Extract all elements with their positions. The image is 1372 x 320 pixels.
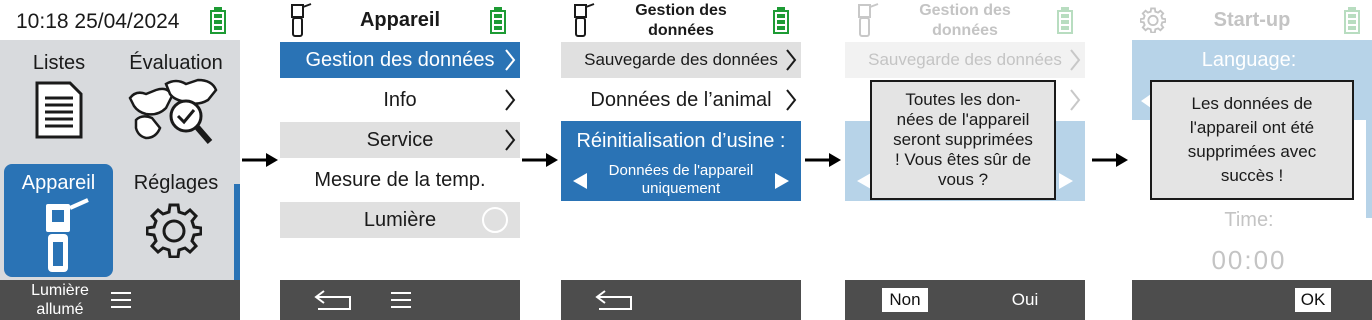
tile-device[interactable]: Appareil	[4, 164, 113, 277]
menu-item-label: Gestion des données	[305, 48, 495, 71]
gear-icon	[146, 203, 202, 258]
tile-settings-label: Réglages	[133, 172, 219, 194]
page-title: Gestion des données	[635, 2, 727, 39]
bottom-bar: Lumière allumé	[0, 280, 240, 320]
menu-icon[interactable]	[111, 291, 131, 309]
status-bar: Appareil	[280, 0, 520, 40]
arrow-right-icon[interactable]	[773, 171, 791, 191]
language-label: Language:	[1201, 49, 1297, 71]
factory-reset-label: Réinitialisation d’usine :	[576, 130, 786, 152]
chevron-right-icon	[1070, 89, 1081, 111]
battery-icon	[210, 7, 226, 34]
tile-lists-label: Listes	[32, 52, 86, 74]
datetime: 10:18 25/04/2024	[16, 10, 180, 33]
ok-button[interactable]: OK	[1295, 288, 1331, 312]
chevron-right-icon	[505, 89, 516, 111]
status-bar: Gestion des données	[561, 0, 801, 40]
success-dialog: Les données de l'appareil ont été suppri…	[1150, 80, 1354, 200]
menu-item-label: Sauvegarde des données	[868, 50, 1062, 69]
no-button[interactable]: Non	[882, 288, 928, 312]
page-title: Gestion des données	[919, 2, 1011, 39]
menu-item-label: Service	[366, 128, 434, 151]
menu-item-data-management[interactable]: Gestion des données	[280, 42, 520, 78]
light-status-label[interactable]: Lumière allumé	[20, 281, 100, 319]
menu-item-label: Lumière	[363, 208, 437, 231]
back-icon[interactable]	[591, 287, 635, 313]
device-icon	[858, 3, 879, 37]
menu-item-label: Mesure de la temp.	[314, 168, 486, 191]
bottom-bar	[561, 280, 801, 320]
chevron-right-icon	[786, 89, 797, 111]
bottom-bar: OK	[1132, 280, 1372, 320]
menu-item-label: Info	[383, 88, 417, 111]
device-menu-screen: Appareil Gestion des données Info Servic…	[280, 0, 520, 320]
device-icon	[291, 3, 312, 37]
flow-arrow-icon	[242, 153, 278, 167]
tile-evaluation[interactable]: Évaluation	[120, 46, 232, 158]
chevron-right-icon	[505, 129, 516, 151]
scroll-indicator[interactable]	[234, 184, 240, 280]
status-bar: Start-up	[1132, 0, 1372, 40]
device-icon	[574, 3, 595, 37]
toggle-off-icon[interactable]	[481, 206, 509, 234]
confirm-reset-screen: Gestion des données Sauvegarde des donné…	[845, 0, 1085, 320]
flow-arrow-icon	[805, 153, 841, 167]
menu-item-animal-data[interactable]: Données de l’animal	[561, 82, 801, 118]
factory-reset-value: Données de l'appareil uniquement	[608, 162, 754, 197]
page-title: Appareil	[359, 9, 441, 31]
tile-device-label: Appareil	[21, 172, 96, 194]
yes-button-label: Oui	[1011, 290, 1039, 309]
confirm-dialog: Toutes les don- nées de l'appareil seron…	[870, 80, 1056, 200]
tile-lists[interactable]: Listes	[6, 46, 112, 158]
scrollbar[interactable]	[1366, 40, 1372, 218]
factory-reset-selector[interactable]: Réinitialisation d’usine : Données de l'…	[561, 121, 801, 201]
no-button-label: Non	[889, 290, 921, 309]
time-value: 00:00	[1211, 245, 1287, 275]
dialog-message: Toutes les don- nées de l'appareil seron…	[893, 90, 1033, 189]
menu-item-backup[interactable]: Sauvegarde des données	[561, 42, 801, 78]
chevron-right-icon	[505, 49, 516, 71]
flow-arrow-icon	[522, 153, 558, 167]
startup-screen: Start-up Language: Les données de l'appa…	[1132, 0, 1372, 320]
gear-icon	[1140, 7, 1166, 33]
back-icon[interactable]	[310, 287, 354, 313]
home-screen: 10:18 25/04/2024 Listes Évaluation Appar	[0, 0, 240, 320]
battery-icon	[1057, 7, 1073, 34]
flow-arrow-icon	[1092, 153, 1128, 167]
menu-item-backup: Sauvegarde des données	[845, 42, 1085, 78]
chevron-right-icon	[786, 49, 797, 71]
dialog-message: Les données de l'appareil ont été suppri…	[1187, 94, 1317, 185]
bottom-bar: Non Oui	[845, 280, 1085, 320]
arrow-left-icon[interactable]	[571, 171, 589, 191]
cattle-search-icon	[128, 78, 218, 144]
tile-evaluation-label: Évaluation	[129, 52, 223, 74]
ok-button-label: OK	[1300, 290, 1326, 309]
battery-icon	[490, 7, 506, 34]
battery-icon	[1344, 7, 1360, 34]
bottom-bar	[280, 280, 520, 320]
menu-item-info[interactable]: Info	[280, 82, 520, 118]
menu-item-service[interactable]: Service	[280, 122, 520, 158]
time-label: Time:	[1224, 209, 1274, 231]
yes-button[interactable]: Oui	[1005, 288, 1045, 312]
battery-icon	[773, 7, 789, 34]
menu-item-label: Sauvegarde des données	[584, 50, 778, 69]
arrow-right-icon	[1059, 173, 1073, 189]
device-icon	[46, 198, 89, 272]
menu-item-label: Données de l’animal	[590, 88, 772, 111]
menu-item-temperature[interactable]: Mesure de la temp.	[280, 162, 520, 198]
chevron-right-icon	[1070, 49, 1081, 71]
document-list-icon	[35, 81, 83, 139]
page-title: Start-up	[1213, 9, 1291, 31]
data-management-screen: Gestion des données Sauvegarde des donné…	[561, 0, 801, 320]
tile-settings[interactable]: Réglages	[120, 164, 232, 276]
menu-icon[interactable]	[391, 291, 411, 309]
status-bar: Gestion des données	[845, 0, 1085, 40]
status-bar: 10:18 25/04/2024	[0, 0, 240, 40]
menu-item-light[interactable]: Lumière	[280, 202, 520, 238]
